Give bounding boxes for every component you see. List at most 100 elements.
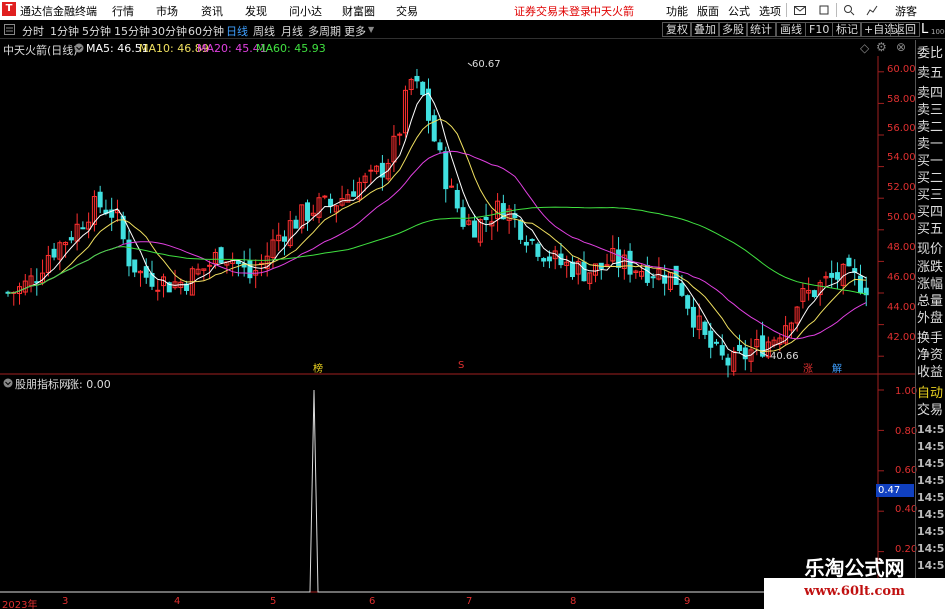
candle-body: [420, 81, 426, 95]
candle-body: [535, 243, 541, 257]
marker-zhang[interactable]: 涨: [803, 360, 813, 375]
trade-time: 14:56: [917, 508, 945, 521]
candle-body: [708, 330, 714, 348]
candle-body: [247, 260, 253, 279]
x-tick: 2023年: [2, 600, 38, 609]
candle-body: [523, 241, 529, 246]
label-buer[interactable]: 买二: [917, 171, 945, 186]
trade-time: 14:55: [917, 440, 945, 453]
watermark: 乐淘公式网 www.60lt.com: [764, 556, 945, 609]
label-xianjia[interactable]: 现价: [917, 242, 945, 257]
candle-body: [569, 261, 575, 278]
candle-body: [460, 207, 466, 227]
candle-body: [293, 219, 299, 229]
candle-body: [351, 191, 357, 197]
label-maisan[interactable]: 卖三: [917, 103, 945, 118]
x-tick: 9: [684, 596, 691, 607]
candle-body: [443, 151, 449, 190]
candle-body: [834, 272, 840, 280]
label-jiaoyi[interactable]: 交易: [917, 403, 945, 418]
sub-y-tick: 0.40: [895, 504, 918, 515]
marker-bang[interactable]: 榜: [313, 360, 323, 375]
label-zhangdie[interactable]: 涨跌: [917, 260, 945, 275]
candle-body: [713, 341, 719, 344]
trade-time: 14:55: [917, 423, 945, 436]
trade-time: 14:56: [917, 474, 945, 487]
sub-chart-title: 股朋指标网: [15, 378, 70, 391]
candle-body: [690, 306, 696, 328]
label-buwu[interactable]: 买五: [917, 222, 945, 237]
label-busan[interactable]: 买三: [917, 188, 945, 203]
label-zidong[interactable]: 自动: [917, 386, 945, 401]
ma5-line: [7, 92, 867, 357]
candle-body: [546, 256, 552, 262]
candle-body: [483, 216, 489, 221]
watermark-title: 乐淘公式网: [804, 556, 905, 580]
candle-body: [431, 115, 437, 142]
label-maisi[interactable]: 卖四: [917, 86, 945, 101]
label-waipan[interactable]: 外盘: [917, 311, 945, 326]
candle-body: [529, 238, 535, 241]
trade-time: 14:56: [917, 491, 945, 504]
y-tick: 48.00: [887, 242, 916, 253]
candle-body: [581, 261, 587, 282]
x-tick: 7: [466, 596, 473, 607]
y-tick: 54.00: [887, 152, 916, 163]
candle-body: [305, 202, 311, 221]
candle-body: [472, 220, 478, 238]
label-huanshou[interactable]: 换手: [917, 331, 945, 346]
candle-body: [235, 260, 241, 265]
x-tick: 6: [369, 596, 376, 607]
marker-s[interactable]: S: [458, 360, 464, 371]
marker-jie[interactable]: 解: [832, 360, 842, 375]
signal-line: [0, 389, 878, 593]
candle-body: [518, 220, 524, 240]
candle-body: [368, 169, 374, 172]
candle-body: [685, 295, 691, 309]
label-jingzi[interactable]: 净资: [917, 348, 945, 363]
label-maiwu[interactable]: 卖五: [917, 66, 945, 81]
ma60-line: [7, 206, 867, 295]
label-zongliang[interactable]: 总量: [917, 294, 945, 309]
low-price-label: 40.66: [770, 351, 799, 362]
candle-body: [725, 357, 731, 366]
label-buyi[interactable]: 买一: [917, 154, 945, 169]
candle-body: [97, 191, 103, 208]
candle-body: [846, 257, 852, 267]
sub-y-tick: 0.60: [895, 465, 918, 476]
label-zhangfu[interactable]: 涨幅: [917, 277, 945, 292]
candle-body: [737, 344, 743, 352]
label-shouyi[interactable]: 收益: [917, 365, 945, 380]
y-tick: 52.00: [887, 182, 916, 193]
y-tick: 50.00: [887, 212, 916, 223]
candle-body: [414, 75, 420, 82]
trade-time: 14:56: [917, 525, 945, 538]
sub-chart-value: 涨: 0.00: [68, 378, 111, 391]
candle-body: [207, 264, 213, 267]
candle-body: [650, 276, 656, 279]
right-panel-top-label: L: [921, 22, 929, 37]
candle-body: [541, 258, 547, 262]
candle-body: [679, 283, 685, 296]
label-maiyi[interactable]: 卖一: [917, 137, 945, 152]
y-tick: 42.00: [887, 332, 916, 343]
candle-body: [155, 289, 161, 292]
kline-chart[interactable]: [0, 0, 915, 609]
label-maier[interactable]: 卖二: [917, 120, 945, 135]
sub-toggle-icon[interactable]: [3, 378, 13, 388]
candle-body: [437, 142, 443, 151]
price-badge: 0.47: [876, 484, 914, 497]
candle-body: [80, 227, 86, 230]
candle-body: [126, 239, 132, 267]
x-tick: 4: [174, 596, 181, 607]
candle-body: [281, 236, 287, 242]
right-panel-top-value: 1000: [931, 28, 945, 36]
x-tick: 8: [570, 596, 577, 607]
x-tick: 5: [270, 596, 277, 607]
candle-body: [702, 321, 708, 335]
label-weibi[interactable]: 委比: [917, 46, 945, 61]
y-tick: 56.00: [887, 123, 916, 134]
y-tick: 44.00: [887, 302, 916, 313]
watermark-url: www.60lt.com: [804, 584, 905, 599]
label-busi[interactable]: 买四: [917, 205, 945, 220]
